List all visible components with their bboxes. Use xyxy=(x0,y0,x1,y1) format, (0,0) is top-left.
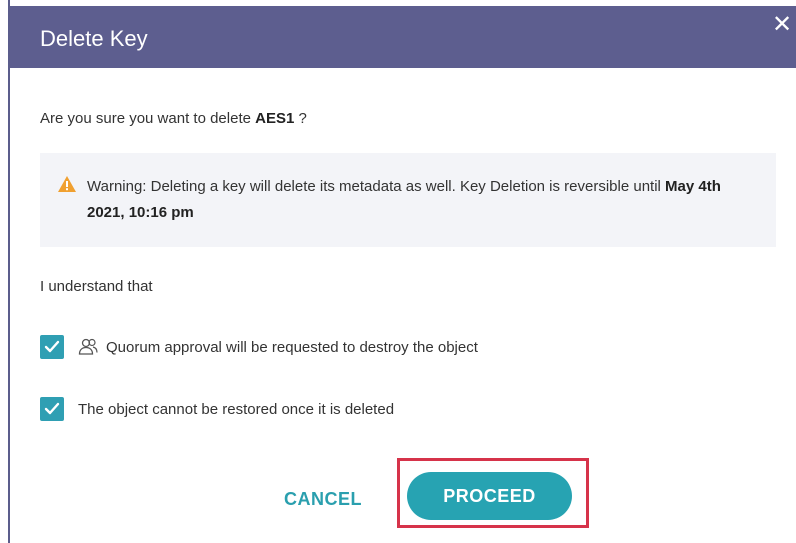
warning-message: Warning: Deleting a key will delete its … xyxy=(87,174,727,226)
checkmark-icon xyxy=(44,340,60,353)
close-icon: ✕ xyxy=(771,11,793,38)
restore-warning-checkbox[interactable] xyxy=(40,397,64,421)
question-suffix: ? xyxy=(298,110,307,127)
checkmark-icon xyxy=(44,402,60,415)
close-button[interactable]: ✕ xyxy=(768,10,796,40)
warning-triangle-icon xyxy=(58,176,76,192)
proceed-button[interactable]: PROCEED xyxy=(407,472,572,520)
delete-question: Are you sure you want to delete AES1 ? xyxy=(40,109,307,129)
dialog-header: Delete Key ✕ xyxy=(10,6,796,68)
key-name: AES1 xyxy=(255,110,295,127)
restore-warning-label: The object cannot be restored once it is… xyxy=(78,400,395,418)
quorum-approval-label: Quorum approval will be requested to des… xyxy=(106,338,478,356)
understand-label: I understand that xyxy=(40,278,153,295)
question-prefix: Are you sure you want to delete xyxy=(40,110,251,127)
quorum-approval-checkbox[interactable] xyxy=(40,335,64,359)
group-icon xyxy=(78,338,98,355)
quorum-approval-row: Quorum approval will be requested to des… xyxy=(40,334,478,360)
warning-text: Warning: Deleting a key will delete its … xyxy=(87,178,661,195)
restore-warning-row: The object cannot be restored once it is… xyxy=(40,396,394,422)
warning-box: Warning: Deleting a key will delete its … xyxy=(40,153,776,247)
delete-key-dialog: Delete Key ✕ Are you sure you want to de… xyxy=(10,0,796,543)
cancel-button[interactable]: CANCEL xyxy=(273,484,373,514)
dialog-title: Delete Key xyxy=(40,26,148,51)
